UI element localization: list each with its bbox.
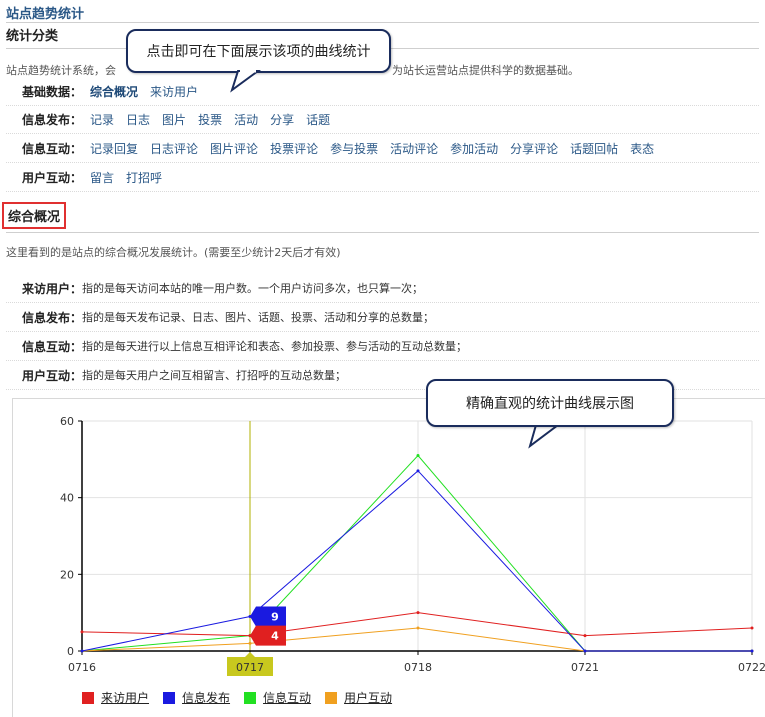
callout-tails (230, 69, 561, 449)
callout-chart: 精确直观的统计曲线展示图 (426, 379, 674, 427)
callout-chart-text: 精确直观的统计曲线展示图 (466, 396, 634, 412)
